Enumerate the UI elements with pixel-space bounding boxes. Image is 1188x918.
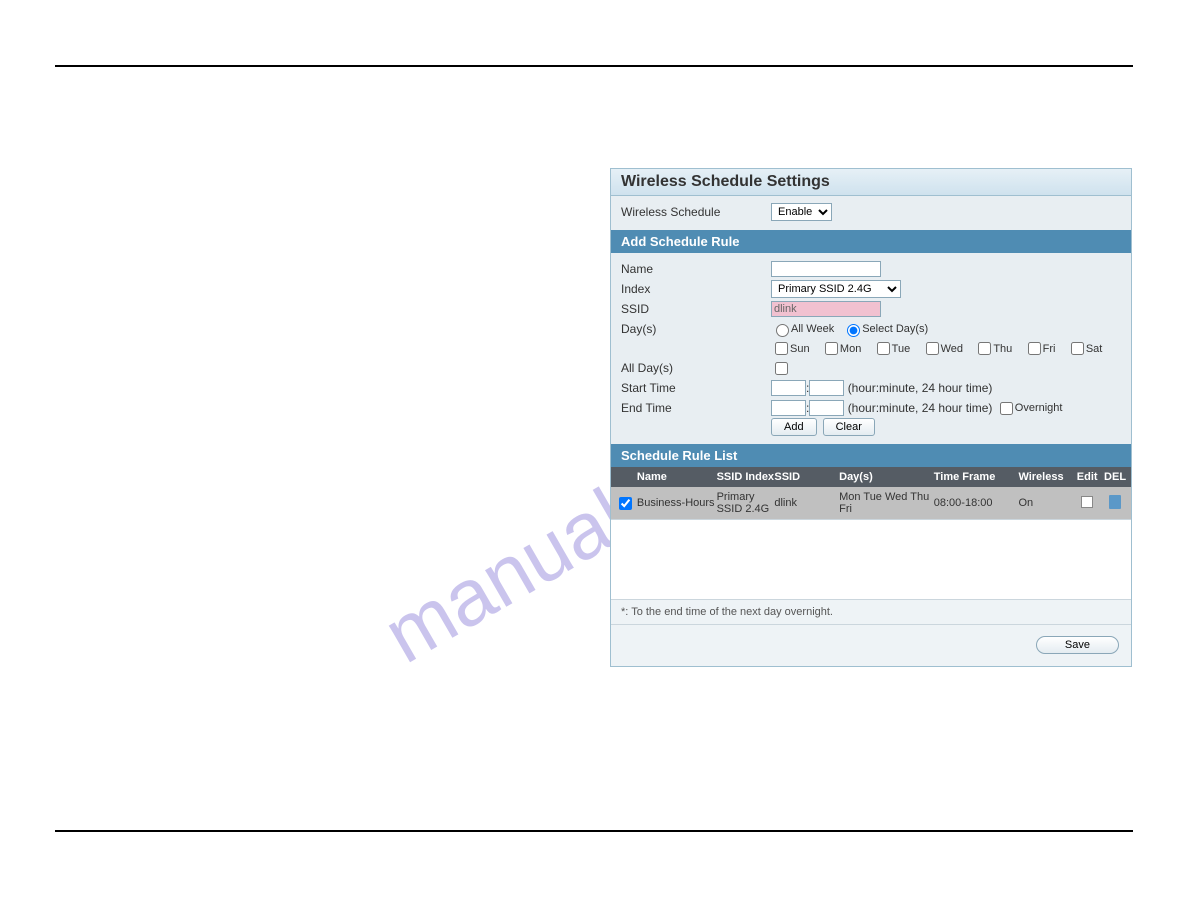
list-footnote: *: To the end time of the next day overn… <box>611 599 1131 624</box>
alldays-checkbox[interactable] <box>775 362 788 375</box>
name-label: Name <box>621 259 771 279</box>
delete-icon[interactable] <box>1109 495 1121 509</box>
name-input[interactable] <box>771 261 881 277</box>
start-hint: (hour:minute, 24 hour time) <box>848 381 993 395</box>
clear-button[interactable]: Clear <box>823 418 875 436</box>
endtime-label: End Time <box>621 398 771 418</box>
start-hour-input[interactable] <box>771 380 806 396</box>
divider-top <box>55 65 1133 67</box>
end-hint: (hour:minute, 24 hour time) <box>848 401 993 415</box>
day-tue-checkbox[interactable] <box>877 342 890 355</box>
th-name: Name <box>637 471 717 483</box>
selectdays-radio[interactable] <box>847 324 860 337</box>
th-ssid-index: SSID Index <box>717 471 775 483</box>
wireless-schedule-label: Wireless Schedule <box>621 202 771 222</box>
day-sat-checkbox[interactable] <box>1071 342 1084 355</box>
start-min-input[interactable] <box>809 380 844 396</box>
starttime-label: Start Time <box>621 378 771 398</box>
th-ssid: SSID <box>774 471 839 483</box>
day-wed-checkbox[interactable] <box>926 342 939 355</box>
cell-timeframe: 08:00-18:00 <box>934 497 1019 509</box>
th-days: Day(s) <box>839 471 934 483</box>
alldays-label: All Day(s) <box>621 358 771 378</box>
index-label: Index <box>621 279 771 299</box>
day-sun-label: Sun <box>790 343 810 355</box>
day-mon-label: Mon <box>840 343 861 355</box>
save-button[interactable]: Save <box>1036 636 1119 654</box>
day-fri-checkbox[interactable] <box>1028 342 1041 355</box>
ssid-input[interactable] <box>771 301 881 317</box>
day-thu-checkbox[interactable] <box>978 342 991 355</box>
allweek-radio[interactable] <box>776 324 789 337</box>
ssid-label: SSID <box>621 299 771 319</box>
overnight-label: Overnight <box>1015 402 1063 414</box>
th-wireless: Wireless <box>1018 471 1073 483</box>
panel-title: Wireless Schedule Settings <box>611 169 1131 196</box>
cell-name: Business-Hours <box>637 497 717 509</box>
day-fri-label: Fri <box>1043 343 1056 355</box>
selectdays-label: Select Day(s) <box>862 323 928 335</box>
divider-bottom <box>55 830 1133 832</box>
row-checkbox[interactable] <box>619 497 632 510</box>
day-tue-label: Tue <box>892 343 911 355</box>
add-button[interactable]: Add <box>771 418 817 436</box>
edit-icon[interactable] <box>1081 496 1093 508</box>
rule-list-heading: Schedule Rule List <box>611 444 1131 467</box>
table-header: Name SSID Index SSID Day(s) Time Frame W… <box>611 467 1131 487</box>
end-min-input[interactable] <box>809 400 844 416</box>
th-edit: Edit <box>1073 471 1101 483</box>
add-rule-heading: Add Schedule Rule <box>611 230 1131 253</box>
allweek-label: All Week <box>791 323 834 335</box>
cell-days: Mon Tue Wed Thu Fri <box>839 491 934 515</box>
index-select[interactable]: Primary SSID 2.4G <box>771 280 901 298</box>
cell-ssid-index: Primary SSID 2.4G <box>717 491 775 515</box>
day-sun-checkbox[interactable] <box>775 342 788 355</box>
th-del: DEL <box>1101 471 1129 483</box>
settings-panel: Wireless Schedule Settings Wireless Sche… <box>610 168 1132 667</box>
overnight-checkbox[interactable] <box>1000 402 1013 415</box>
wireless-schedule-select[interactable]: Enable <box>771 203 832 221</box>
day-thu-label: Thu <box>993 343 1012 355</box>
end-hour-input[interactable] <box>771 400 806 416</box>
cell-wireless: On <box>1018 497 1073 509</box>
list-empty-area <box>611 519 1131 599</box>
day-mon-checkbox[interactable] <box>825 342 838 355</box>
table-row: Business-Hours Primary SSID 2.4G dlink M… <box>611 487 1131 519</box>
day-sat-label: Sat <box>1086 343 1103 355</box>
th-timeframe: Time Frame <box>934 471 1019 483</box>
days-label: Day(s) <box>621 319 771 339</box>
cell-ssid: dlink <box>774 497 839 509</box>
day-wed-label: Wed <box>941 343 963 355</box>
